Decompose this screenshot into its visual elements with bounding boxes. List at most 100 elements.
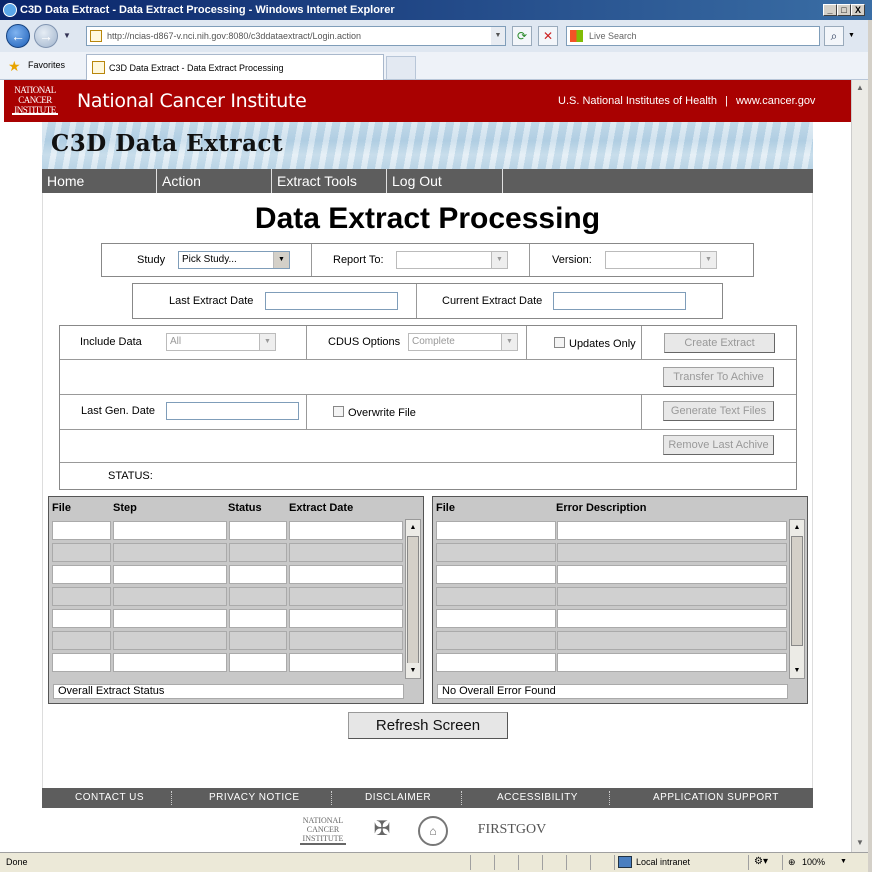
protected-mode-icon[interactable]: ⚙▾ bbox=[754, 853, 768, 871]
search-options-icon[interactable]: ▼ bbox=[848, 32, 855, 39]
disclaimer-link[interactable]: DISCLAIMER bbox=[365, 792, 431, 803]
nih-seal-icon[interactable]: ⌂ bbox=[418, 816, 448, 846]
grid-cell bbox=[436, 653, 556, 672]
overall-error-status: No Overall Error Found bbox=[437, 684, 788, 699]
extract-grid-scrollbar[interactable]: ▲ ▼ bbox=[405, 519, 421, 679]
study-select[interactable]: Pick Study... ▼ bbox=[178, 251, 290, 269]
current-extract-date-input[interactable] bbox=[553, 292, 686, 310]
org-name[interactable]: National Cancer Institute bbox=[77, 90, 307, 112]
create-extract-button[interactable]: Create Extract bbox=[664, 333, 775, 353]
scroll-thumb bbox=[407, 536, 419, 664]
grid-cell bbox=[289, 631, 403, 650]
privacy-notice-link[interactable]: PRIVACY NOTICE bbox=[209, 792, 300, 803]
page-title: Data Extract Processing bbox=[254, 202, 601, 235]
grid-cell bbox=[113, 543, 227, 562]
window-title: C3D Data Extract - Data Extract Processi… bbox=[20, 4, 395, 16]
search-icon[interactable]: ⌕ bbox=[824, 26, 844, 46]
grid-cell bbox=[557, 565, 787, 584]
grid-cell bbox=[113, 521, 227, 540]
menu-home[interactable]: Home bbox=[42, 169, 157, 193]
nci-footer-logo[interactable]: NATIONAL CANCER INSTITUTE bbox=[300, 816, 346, 845]
favorites-star-icon[interactable]: ★ bbox=[8, 58, 21, 75]
grid-cell bbox=[229, 565, 287, 584]
version-select[interactable]: ▼ bbox=[605, 251, 717, 269]
generate-text-files-button[interactable]: Generate Text Files bbox=[663, 401, 774, 421]
nci-logo[interactable]: NATIONAL CANCER INSTITUTE bbox=[12, 85, 58, 115]
last-gen-date-input[interactable] bbox=[166, 402, 299, 420]
grid-cell bbox=[557, 631, 787, 650]
close-window-button[interactable]: X bbox=[851, 4, 865, 16]
last-extract-date-input[interactable] bbox=[265, 292, 398, 310]
refresh-screen-button[interactable]: Refresh Screen bbox=[348, 712, 508, 739]
stop-icon[interactable]: ✕ bbox=[538, 26, 558, 46]
cdus-options-select[interactable]: Complete ▼ bbox=[408, 333, 518, 351]
menu-extract-tools[interactable]: Extract Tools bbox=[272, 169, 387, 193]
intranet-zone-icon bbox=[618, 856, 632, 868]
include-data-select[interactable]: All ▼ bbox=[166, 333, 276, 351]
grid-cell bbox=[52, 587, 111, 606]
history-dropdown-icon[interactable]: ▼ bbox=[63, 31, 71, 40]
tab-page-icon bbox=[92, 61, 105, 74]
scroll-down-icon: ▼ bbox=[790, 663, 804, 678]
forward-button[interactable]: → bbox=[34, 24, 58, 48]
grid-cell bbox=[289, 609, 403, 628]
page-scrollbar[interactable]: ▲ ▼ bbox=[851, 80, 868, 852]
firstgov-logo[interactable]: FIRSTGOV bbox=[470, 822, 554, 838]
minimize-button[interactable]: _ bbox=[823, 4, 837, 16]
zoom-dropdown-icon[interactable]: ▼ bbox=[840, 853, 847, 871]
cancer-gov-link[interactable]: www.cancer.gov bbox=[736, 95, 815, 107]
hhs-logo-icon[interactable]: ✠ bbox=[368, 816, 396, 842]
zoom-level[interactable]: 100% bbox=[802, 853, 825, 871]
status-label: STATUS: bbox=[108, 470, 153, 482]
new-tab-button[interactable] bbox=[386, 56, 416, 80]
address-text: http://ncias-d867-v.nci.nih.gov:8080/c3d… bbox=[107, 31, 361, 41]
grid-cell bbox=[52, 631, 111, 650]
grid-cell bbox=[557, 543, 787, 562]
grid-cell bbox=[52, 609, 111, 628]
accessibility-link[interactable]: ACCESSIBILITY bbox=[497, 792, 578, 803]
zoom-icon[interactable]: ⊕ bbox=[788, 853, 796, 871]
application-support-link[interactable]: APPLICATION SUPPORT bbox=[653, 792, 779, 803]
grid-cell bbox=[436, 587, 556, 606]
chevron-down-icon: ▼ bbox=[259, 334, 275, 350]
report-to-select[interactable]: ▼ bbox=[396, 251, 508, 269]
chevron-down-icon: ▼ bbox=[491, 252, 507, 268]
nih-link[interactable]: U.S. National Institutes of Health bbox=[558, 95, 717, 107]
address-bar[interactable]: http://ncias-d867-v.nci.nih.gov:8080/c3d… bbox=[86, 26, 506, 46]
address-dropdown-icon[interactable]: ▼ bbox=[491, 27, 505, 45]
maximize-button[interactable]: □ bbox=[837, 4, 851, 16]
grid-cell bbox=[229, 543, 287, 562]
refresh-icon[interactable]: ⟳ bbox=[512, 26, 532, 46]
grid-cell bbox=[289, 543, 403, 562]
grid-cell bbox=[113, 565, 227, 584]
favorites-bar: ★ Favorites C3D Data Extract - Data Extr… bbox=[0, 52, 872, 80]
overall-extract-status: Overall Extract Status bbox=[53, 684, 404, 699]
remove-last-archive-button[interactable]: Remove Last Achive bbox=[663, 435, 774, 455]
grid-cell bbox=[113, 631, 227, 650]
menu-log-out[interactable]: Log Out bbox=[387, 169, 503, 193]
back-button[interactable]: ← bbox=[6, 24, 30, 48]
window-title-bar: C3D Data Extract - Data Extract Processi… bbox=[0, 0, 872, 20]
status-text: Done bbox=[6, 857, 28, 867]
overwrite-file-checkbox[interactable] bbox=[333, 406, 344, 417]
grid-cell bbox=[436, 565, 556, 584]
error-grid-scrollbar[interactable]: ▲ ▼ bbox=[789, 519, 805, 679]
favorites-button[interactable]: Favorites bbox=[28, 60, 65, 70]
scroll-thumb bbox=[791, 536, 803, 646]
search-input[interactable]: Live Search bbox=[566, 26, 820, 46]
cdus-options-label: CDUS Options bbox=[328, 336, 401, 348]
grid-cell bbox=[113, 653, 227, 672]
updates-only-checkbox[interactable] bbox=[554, 337, 565, 348]
app-title: C3D Data Extract bbox=[51, 130, 284, 157]
browser-tab[interactable]: C3D Data Extract - Data Extract Processi… bbox=[86, 54, 384, 80]
grid-cell bbox=[229, 631, 287, 650]
grid-cell bbox=[52, 653, 111, 672]
header-separator: | bbox=[725, 95, 728, 107]
menu-action[interactable]: Action bbox=[157, 169, 272, 193]
col-header-step: Step bbox=[113, 502, 137, 514]
grid-cell bbox=[436, 543, 556, 562]
last-extract-date-label: Last Extract Date bbox=[169, 295, 254, 307]
chevron-down-icon: ▼ bbox=[700, 252, 716, 268]
transfer-to-archive-button[interactable]: Transfer To Achive bbox=[663, 367, 774, 387]
contact-us-link[interactable]: CONTACT US bbox=[75, 792, 144, 803]
